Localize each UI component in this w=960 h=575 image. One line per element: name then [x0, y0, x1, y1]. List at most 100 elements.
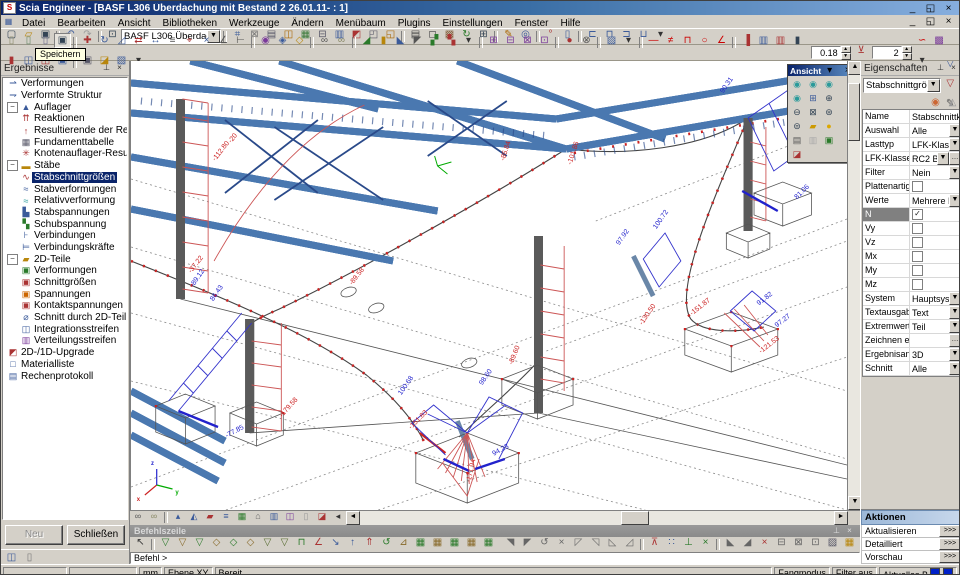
wave-icon[interactable]: ∽ [914, 33, 931, 48]
circle-icon[interactable]: ○ [696, 33, 713, 48]
layer-folder-icon[interactable]: ▰ [805, 119, 821, 133]
property-value[interactable]: ✓ [910, 208, 960, 221]
zoom-selection-icon[interactable]: ⊜ [789, 119, 805, 133]
chevron-down-icon[interactable]: ▼ [949, 124, 960, 137]
model-view[interactable]: -112.80-20-37.22-89.58-179.58-101.86-85.… [130, 61, 847, 510]
doc-purple-icon[interactable]: ▩ [931, 33, 948, 48]
more-end-icon[interactable]: ▾ [914, 53, 931, 68]
move-icon[interactable]: ✚ [79, 33, 96, 48]
close-button[interactable]: Schließen [67, 525, 125, 545]
vertical-scrollbar[interactable]: ▲ ▼ [847, 61, 860, 510]
tree-expander-icon[interactable]: − [7, 160, 18, 171]
render-transparent-icon[interactable]: ◉ [821, 77, 837, 91]
rotate-ccw-icon[interactable]: ↺ [378, 535, 395, 550]
dot-grid-icon[interactable]: ∷ [663, 535, 680, 550]
link-icon[interactable]: ∞ [130, 509, 146, 523]
brush-icon[interactable]: ▧ [113, 53, 130, 68]
delete-snap-icon[interactable]: × [756, 535, 773, 550]
parallel-icon[interactable]: ≠ [662, 33, 679, 48]
light-bulb-icon[interactable]: ● [821, 119, 837, 133]
scale-icon[interactable]: ◿ [113, 33, 130, 48]
select-icon[interactable]: ◉ [257, 33, 274, 48]
property-value[interactable]: RC2 Ben▼… [910, 152, 960, 165]
property-value[interactable]: Nein▼ [910, 166, 960, 179]
arrow-dup-icon[interactable]: ⇑ [361, 535, 378, 550]
select-poly-icon[interactable]: ◈ [274, 33, 291, 48]
property-row[interactable]: Vy [863, 222, 960, 236]
property-row[interactable]: Vz [863, 236, 960, 250]
table-5-icon[interactable]: ▦ [480, 535, 497, 550]
chevron-down-icon[interactable]: ▼ [949, 320, 960, 333]
table-1-icon[interactable]: ▦ [412, 535, 429, 550]
tree-item[interactable]: ▙Stabspannungen [3, 207, 127, 219]
chevron-down-icon[interactable]: ▼ [927, 79, 940, 92]
result-vy-icon[interactable]: ▽ [174, 535, 191, 550]
clip-grey-icon[interactable]: ▥ [805, 133, 821, 147]
result-rel-icon[interactable]: ▽ [276, 535, 293, 550]
wall-icon[interactable]: ◤ [409, 33, 426, 48]
property-row[interactable]: Ergebnisanz...3D▼ [863, 348, 960, 362]
action-more-button[interactable]: >>> [939, 538, 960, 550]
cross-icon[interactable]: × [198, 33, 215, 48]
plate-icon[interactable]: ◣ [392, 33, 409, 48]
member-c-icon[interactable]: ▥ [772, 33, 789, 48]
result-mx-icon[interactable]: ◇ [208, 535, 225, 550]
angle-icon[interactable]: ∠ [215, 33, 232, 48]
layer-doc-icon[interactable]: ▨ [603, 33, 620, 48]
mesh-icon[interactable]: ▦ [234, 509, 250, 523]
vertical-scroll-thumb[interactable] [848, 83, 860, 141]
blank-icon[interactable]: ▯ [298, 509, 314, 523]
scale-spinner[interactable]: 0.18 ▲▼ [811, 46, 851, 59]
tree-item[interactable]: −▬Stäbe [3, 160, 127, 172]
colors-icon[interactable]: ◉ [927, 95, 944, 110]
snap-br-icon[interactable]: ◿ [621, 535, 638, 550]
horizontal-scroll-thumb[interactable] [621, 511, 649, 525]
tree-item[interactable]: ▣Spannungen [3, 288, 127, 300]
tree-item[interactable]: ⇁Verformte Struktur [3, 90, 127, 102]
property-value[interactable] [910, 222, 960, 235]
member-b-icon[interactable]: ▥ [755, 33, 772, 48]
menu-bibliotheken[interactable]: Bibliotheken [157, 18, 223, 29]
tree-item[interactable]: ▥Verteilungsstreifen [3, 335, 127, 347]
zoom-out-icon[interactable]: ⊖ [789, 105, 805, 119]
property-value[interactable]: LFK-Klasse▼ [910, 138, 960, 151]
tree-item[interactable]: ⌀Schnitt durch 2D-Teil [3, 312, 127, 324]
property-row[interactable]: Zeichnen ein...… [863, 334, 960, 348]
status-plane[interactable]: Ebene XY [164, 567, 213, 575]
arrow-up-icon[interactable]: ↑ [344, 535, 361, 550]
property-row[interactable]: Mz [863, 278, 960, 292]
table-3-icon[interactable]: ▦ [446, 535, 463, 550]
tree-item[interactable]: ▣Verformungen [3, 265, 127, 277]
property-row[interactable]: NameStabschnittkr... [863, 110, 960, 124]
tree-item[interactable]: ▦Fundamenttabelle [3, 136, 127, 148]
horizontal-scrollbar[interactable]: ◄ ► [346, 511, 860, 525]
tree-item[interactable]: ▤Rechenprotokoll [3, 370, 127, 382]
tree-expander-icon[interactable]: − [7, 254, 18, 265]
property-value[interactable] [910, 250, 960, 263]
tree-item[interactable]: ≈Stabverformungen [3, 183, 127, 195]
property-row[interactable]: Mx [863, 250, 960, 264]
trim-icon[interactable]: ⊢ [232, 33, 249, 48]
tree-item[interactable]: ▚Schubspannung [3, 218, 127, 230]
flag-icon[interactable]: ▰ [202, 509, 218, 523]
grid-icon[interactable]: ▥ [266, 509, 282, 523]
clip-print-icon[interactable]: ▤ [789, 133, 805, 147]
new-button[interactable]: Neu [5, 525, 63, 545]
result-sec-icon[interactable]: ⊓ [293, 535, 310, 550]
property-row[interactable]: AuswahlAlle▼ [863, 124, 960, 138]
action-row[interactable]: Aktualisieren>>> [861, 525, 960, 538]
panel-tab-results[interactable]: ◫ [3, 550, 20, 565]
status-snap-mode[interactable]: Fangmodus [774, 567, 830, 575]
cursor-icon[interactable]: ↖ [132, 535, 149, 550]
hatch-down-icon[interactable]: ▚ [443, 33, 460, 48]
property-row[interactable]: My [863, 264, 960, 278]
hatch-up-icon[interactable]: ▞ [426, 33, 443, 48]
tree-item[interactable]: ∿Stabschnittgrößen [3, 172, 127, 184]
view-palette-header[interactable]: Ansicht ▾× [788, 65, 847, 76]
support-icon[interactable]: ▴ [170, 509, 186, 523]
result-vz-icon[interactable]: ▽ [191, 535, 208, 550]
triangle-icon[interactable]: ⊿ [395, 535, 412, 550]
chevron-down-icon[interactable]: ▼ [949, 292, 960, 305]
chain-icon[interactable]: ∞ [316, 33, 333, 48]
beam-icon[interactable]: ◢ [358, 33, 375, 48]
